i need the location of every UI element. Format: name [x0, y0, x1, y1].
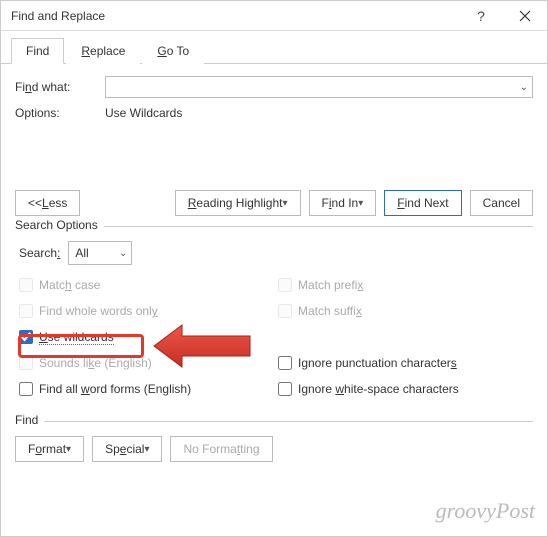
search-direction-select[interactable]: All ⌄ — [68, 241, 132, 265]
options-columns: Match case Find whole words only Use wil… — [15, 275, 533, 399]
special-button[interactable]: Special ▾ — [92, 436, 162, 462]
tab-find[interactable]: Find — [11, 38, 64, 64]
match-case-checkbox: Match case — [19, 275, 274, 295]
word-forms-checkbox[interactable]: Find all word forms (English) — [19, 379, 274, 399]
ignore-whitespace-checkbox[interactable]: Ignore white-space characters — [278, 379, 533, 399]
find-what-row: Find what: ⌄ — [15, 76, 533, 98]
watermark: groovyPost — [436, 498, 535, 524]
options-label: Options: — [15, 106, 105, 120]
tab-goto[interactable]: Go To — [142, 38, 204, 64]
chevron-down-icon: ▾ — [282, 198, 287, 209]
match-suffix-checkbox: Match suffix — [278, 301, 533, 321]
no-formatting-button: No Formatting — [170, 436, 272, 462]
whole-words-checkbox: Find whole words only — [19, 301, 274, 321]
options-row: Options: Use Wildcards — [15, 106, 533, 120]
use-wildcards-checkbox[interactable]: Use wildcards — [19, 327, 274, 347]
find-what-input[interactable]: ⌄ — [105, 76, 533, 98]
search-options-group: Search Options Search: All ⌄ Match case … — [15, 226, 533, 411]
options-col-left: Match case Find whole words only Use wil… — [15, 275, 274, 399]
find-what-label: Find what: — [15, 80, 105, 94]
titlebar: Find and Replace ? — [1, 1, 547, 31]
help-button[interactable]: ? — [459, 1, 503, 31]
tab-replace[interactable]: Replace — [66, 38, 140, 64]
sounds-like-checkbox: Sounds like (English) — [19, 353, 274, 373]
ignore-punctuation-checkbox[interactable]: Ignore punctuation characters — [278, 353, 533, 373]
chevron-down-icon: ▾ — [144, 444, 149, 455]
tab-strip: Find Replace Go To — [1, 31, 547, 64]
reading-highlight-button[interactable]: Reading Highlight ▾ — [175, 190, 301, 216]
search-direction-row: Search: All ⌄ — [15, 235, 533, 275]
find-format-label: Find — [15, 413, 44, 427]
chevron-down-icon: ▾ — [66, 444, 71, 455]
chevron-down-icon: ⌄ — [119, 248, 127, 259]
close-icon — [519, 10, 531, 22]
format-button[interactable]: Format ▾ — [15, 436, 84, 462]
find-next-button[interactable]: Find Next — [384, 190, 461, 216]
options-col-right: Match prefix Match suffix Ignore punctua… — [274, 275, 533, 399]
find-format-group: Find Format ▾ Special ▾ No Formatting — [15, 421, 533, 462]
chevron-down-icon: ⌄ — [520, 82, 528, 93]
search-label: Search: — [19, 246, 60, 260]
less-button[interactable]: << Less — [15, 190, 80, 216]
search-options-label: Search Options — [15, 218, 104, 232]
find-in-button[interactable]: Find In ▾ — [309, 190, 377, 216]
dialog-body: Find what: ⌄ Options: Use Wildcards — [1, 64, 547, 120]
options-value: Use Wildcards — [105, 106, 182, 120]
chevron-down-icon: ▾ — [358, 198, 363, 209]
cancel-button[interactable]: Cancel — [470, 190, 533, 216]
match-prefix-checkbox: Match prefix — [278, 275, 533, 295]
close-button[interactable] — [503, 1, 547, 31]
window-title: Find and Replace — [11, 9, 459, 23]
